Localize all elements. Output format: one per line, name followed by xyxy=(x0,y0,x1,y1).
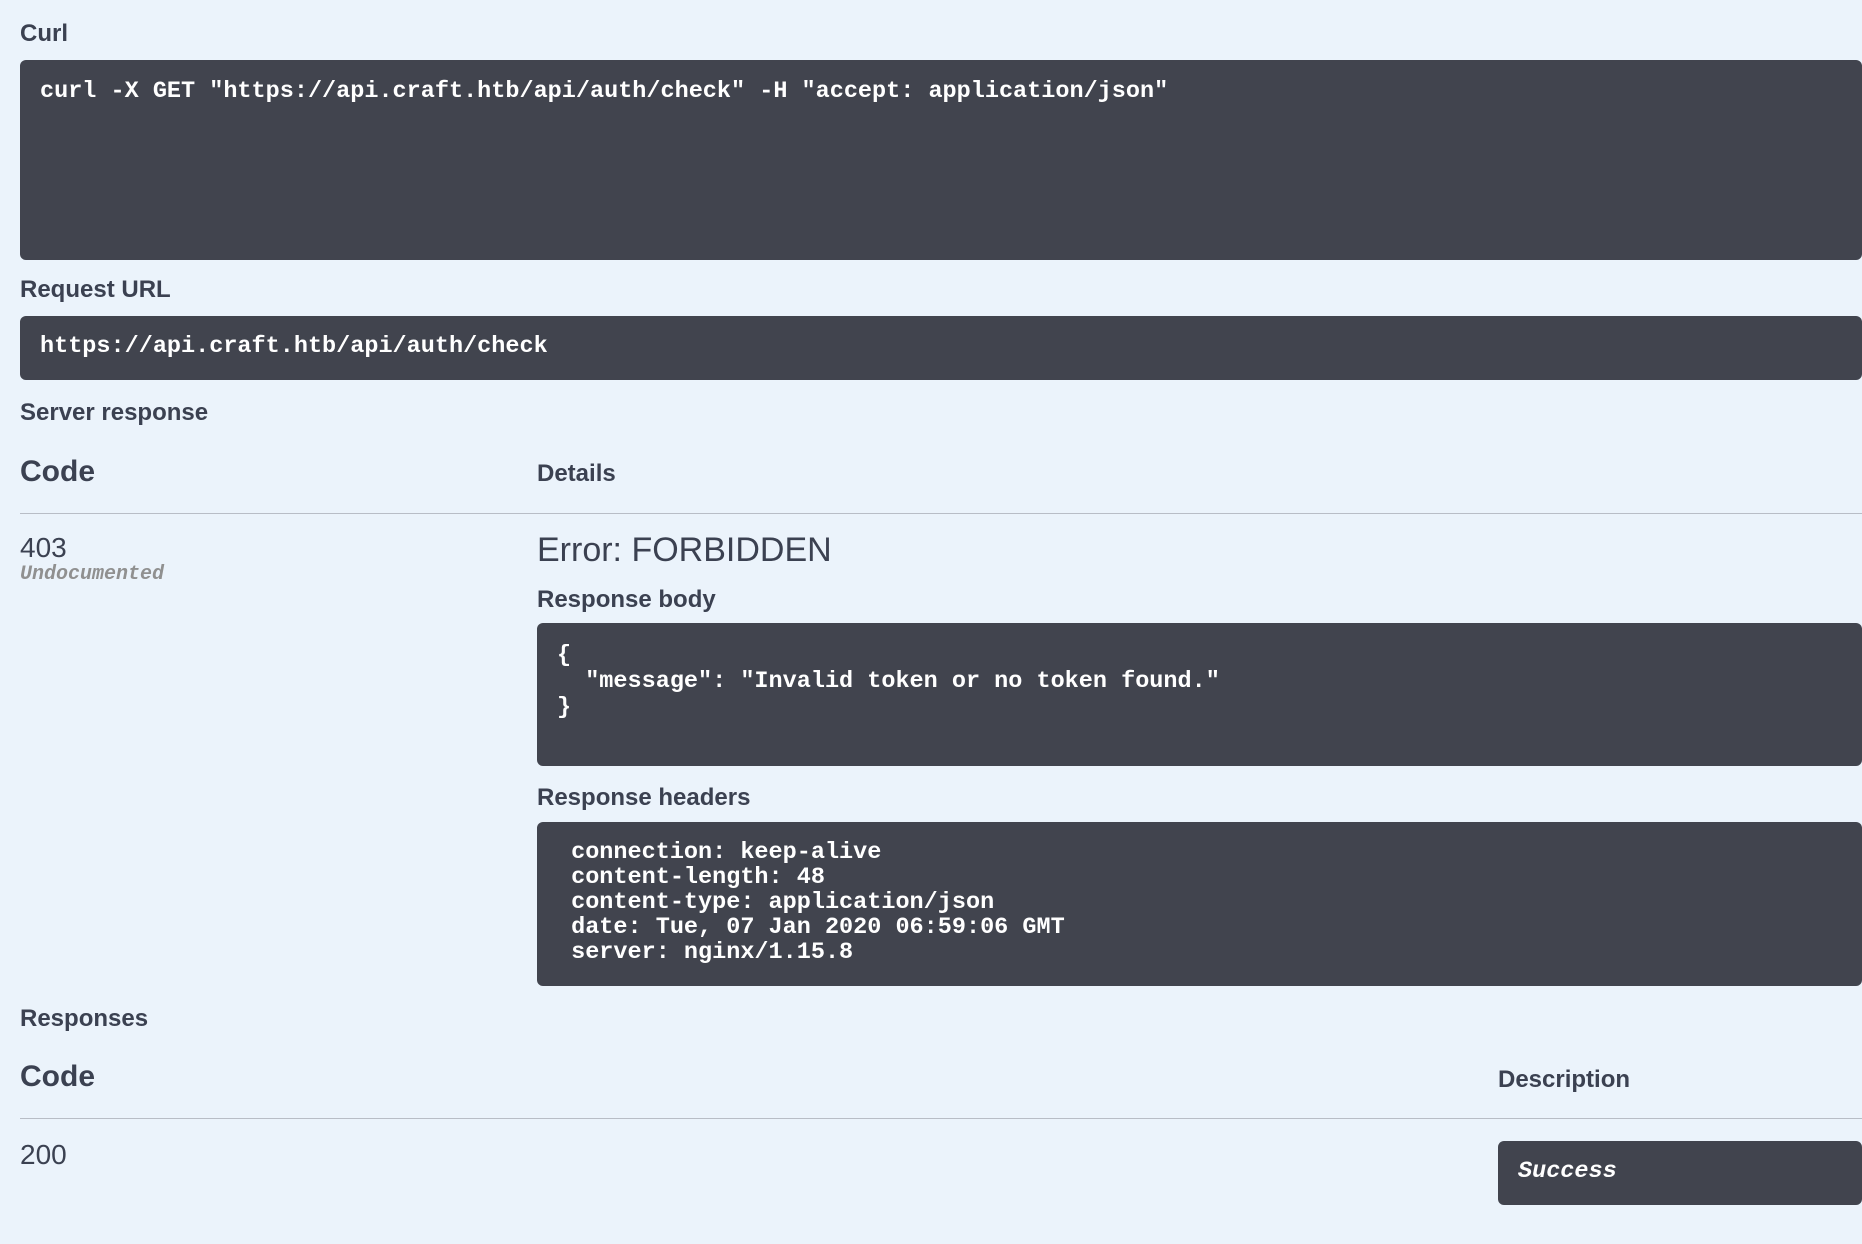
responses-description-header: Description xyxy=(1498,1066,1631,1093)
server-response-code-header: Code xyxy=(20,455,95,488)
curl-command-block[interactable]: curl -X GET "https://api.craft.htb/api/a… xyxy=(20,60,1862,260)
responses-row-description: Success xyxy=(1498,1141,1862,1205)
responses-label: Responses xyxy=(20,1005,149,1032)
responses-divider xyxy=(20,1118,1862,1119)
server-response-divider xyxy=(20,513,1862,514)
server-response-label: Server response xyxy=(20,399,209,426)
responses-row-code: 200 xyxy=(20,1139,67,1170)
request-url-block[interactable]: https://api.craft.htb/api/auth/check xyxy=(20,316,1862,380)
undocumented-note: Undocumented xyxy=(20,563,165,586)
response-headers-label: Response headers xyxy=(537,784,751,811)
responses-code-header: Code xyxy=(20,1060,95,1093)
response-body-label: Response body xyxy=(537,586,716,613)
response-headers-block[interactable]: connection: keep-alive content-length: 4… xyxy=(537,822,1862,986)
response-body-block[interactable]: { "message": "Invalid token or no token … xyxy=(537,623,1862,766)
response-status-code: 403 xyxy=(20,532,67,563)
curl-label: Curl xyxy=(20,20,68,47)
server-response-details-header: Details xyxy=(537,460,616,487)
error-title: Error: FORBIDDEN xyxy=(537,531,832,569)
request-url-label: Request URL xyxy=(20,276,171,303)
